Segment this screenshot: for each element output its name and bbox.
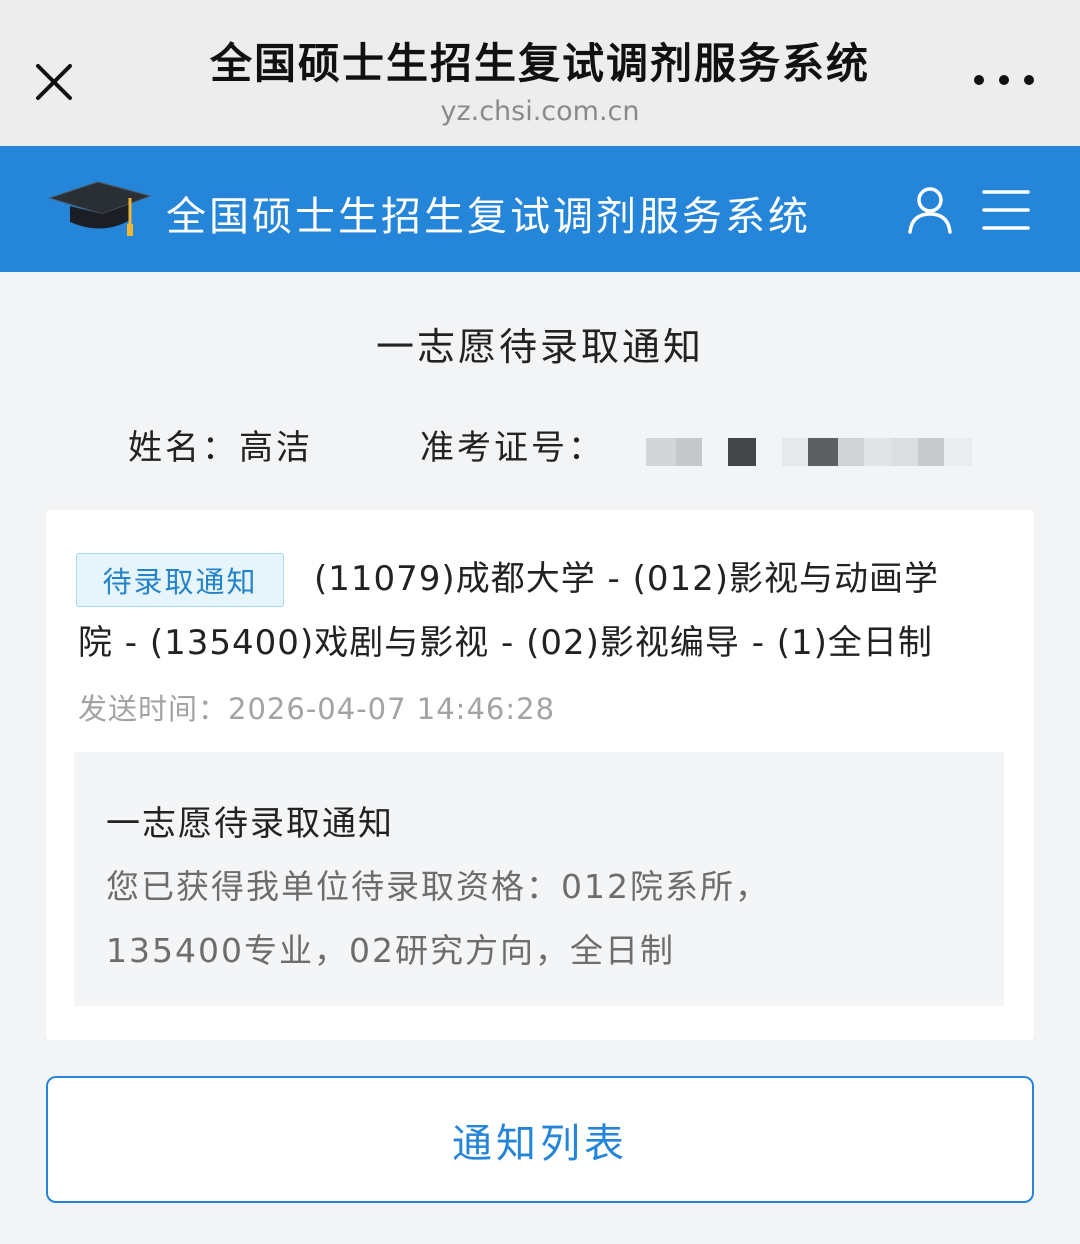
name-value: 高洁 [239,428,313,468]
notice-detail-line-1: 您已获得我单位待录取资格：012院系所， [106,867,770,906]
notice-list-button[interactable]: 通知列表 [46,1076,1034,1203]
browser-url: yz.chsi.com.cn [440,96,640,127]
send-time-value: 2026-04-07 14:46:28 [228,692,556,726]
send-time-label: 发送时间： [78,692,229,726]
candidate-name-row: 姓名：高洁 [128,420,313,469]
ticket-number-row: 准考证号： [420,420,605,469]
send-time: 发送时间：2026-04-07 14:46:28 [78,686,555,728]
site-header: 全国硕士生招生复试调剂服务系统 [0,146,1080,272]
more-options-icon[interactable] [974,60,1034,100]
notice-detail-title: 一志愿待录取通知 [106,804,394,844]
redacted-ticket-number [646,438,972,466]
program-info-line-1: (11079)成都大学 - (012)影视与动画学 [314,559,939,599]
graduation-cap-icon [46,176,154,242]
user-icon[interactable] [904,184,956,236]
site-title: 全国硕士生招生复试调剂服务系统 [166,194,811,240]
browser-page-title: 全国硕士生招生复试调剂服务系统 [209,39,870,88]
notice-detail-line-2: 135400专业，02研究方向，全日制 [106,931,675,970]
name-label: 姓名： [128,428,239,468]
close-icon[interactable] [28,56,80,108]
status-badge: 待录取通知 [76,553,284,607]
notice-card: 待录取通知 (11079)成都大学 - (012)影视与动画学 院 - (135… [46,510,1034,1040]
program-info-line-2: 院 - (135400)戏剧与影视 - (02)影视编导 - (1)全日制 [78,623,933,663]
hamburger-menu-icon[interactable] [980,186,1032,234]
page-title: 一志愿待录取通知 [375,325,704,369]
browser-top-bar: 全国硕士生招生复试调剂服务系统 yz.chsi.com.cn [0,0,1080,146]
ticket-label: 准考证号： [420,428,605,468]
notice-detail-box: 一志愿待录取通知 您已获得我单位待录取资格：012院系所， 135400专业，0… [74,752,1004,1006]
